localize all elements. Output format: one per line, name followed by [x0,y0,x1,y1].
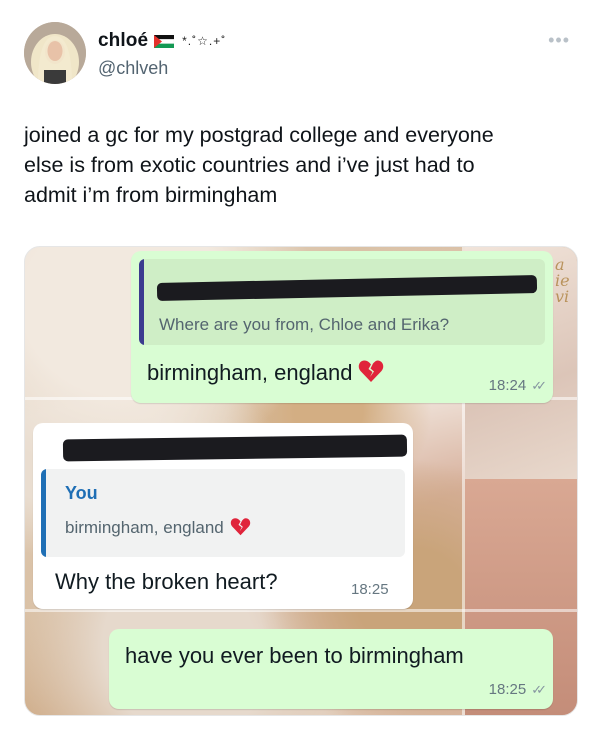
tweet-media-image[interactable]: a ie vi Where are you from, Chloe and Erik… [24,246,578,716]
avatar-image [24,22,86,84]
quoted-sender: You [65,483,98,503]
message-text: have you ever been to birmingham [125,643,464,668]
display-name[interactable]: chloé [98,30,148,52]
quoted-message[interactable]: You birmingham, england [41,469,405,557]
sparkle-decoration: *.˚☆.+˚ [182,34,227,48]
redacted-sender-name [156,275,538,301]
user-handle[interactable]: @chlveh [98,58,168,79]
message-timestamp: 18:24 ✓✓ [488,377,547,394]
broken-heart-icon [359,360,384,382]
avatar[interactable] [24,22,86,84]
quoted-text-content: birmingham, england [65,518,224,537]
message-text: Why the broken heart? [55,569,278,594]
broken-heart-icon [230,518,250,536]
palestine-flag-icon [154,34,175,48]
tweet-text: joined a gc for my postgrad college and … [24,123,494,207]
tile-divider [25,609,577,612]
message-text: birmingham, england [147,359,384,386]
quoted-message[interactable]: Where are you from, Chloe and Erika? [139,259,545,345]
timestamp-text: 18:25 [488,681,527,698]
outgoing-message-bubble[interactable]: have you ever been to birmingham 18:25 ✓✓ [109,629,553,709]
message-timestamp: 18:25 ✓✓ [488,681,547,698]
message-timestamp: 18:25 [351,581,389,598]
quoted-message-text: birmingham, england [65,517,251,538]
message-text-content: birmingham, england [147,360,353,385]
quote-accent-bar [41,469,46,557]
more-options-icon[interactable]: ••• [548,30,570,51]
quote-accent-bar [139,259,144,345]
timestamp-text: 18:24 [488,377,527,394]
read-receipt-icon: ✓✓ [531,682,547,697]
incoming-message-bubble[interactable]: You birmingham, england Why the broken h… [33,423,413,609]
outgoing-message-bubble[interactable]: Where are you from, Chloe and Erika? bir… [131,251,553,403]
read-receipt-icon: ✓✓ [531,378,547,393]
background-decoration: a ie vi [555,255,570,306]
redacted-sender-name [62,434,408,462]
author-name-row: chloé *.˚☆.+˚ [98,30,226,52]
quoted-message-text: Where are you from, Chloe and Erika? [159,315,450,334]
